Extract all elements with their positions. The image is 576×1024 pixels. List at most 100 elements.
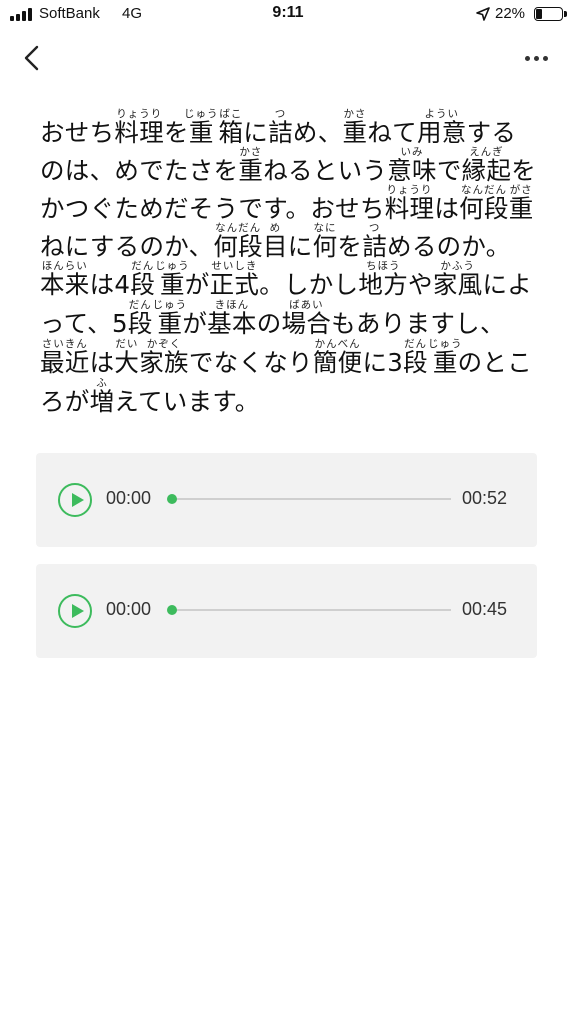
ruby-base: 料理 [384,194,435,223]
ruby-word: 意味いみ [387,146,437,185]
ruby-word: 重がさ [508,184,534,223]
ruby-reading: きほん [207,299,257,311]
ruby-reading: せいしき [209,260,260,272]
text-segment: の [256,309,282,338]
ruby-word: 目め [262,222,288,261]
play-button[interactable] [58,483,92,517]
battery-percent: 22% [495,5,526,22]
text-segment: ねるという [263,156,388,185]
ruby-word: 重かさ [238,146,263,185]
progress-knob[interactable] [167,605,177,615]
ruby-word: 詰つ [362,222,387,261]
ruby-base: 重 [342,118,368,147]
ruby-reading: ようい [416,108,467,120]
ruby-reading: め [262,222,288,234]
ruby-reading: ばこ [218,108,244,120]
ruby-word: 用意ようい [416,108,467,147]
ruby-base: 縁起 [461,156,512,185]
ruby-base: 意味 [387,156,437,185]
ruby-word: 段だん [128,299,153,338]
ruby-word: 最近さいきん [40,338,90,377]
ruby-base: 家族 [139,348,189,377]
ruby-word: 何なに [312,222,338,261]
ruby-base: 家風 [432,270,483,299]
ruby-reading: だん [127,299,153,311]
ruby-base: 用意 [416,118,467,147]
progress-track[interactable] [171,609,451,611]
ruby-base: 何段 [213,232,263,261]
ruby-word: 箱ばこ [218,108,243,147]
text-segment: を [337,232,363,261]
progress-track[interactable] [171,498,451,500]
battery-icon [534,7,563,21]
ruby-word: 重じゅう [153,299,187,338]
audio-player: 00:00 00:52 [36,453,537,547]
ruby-word: 地方ちほう [358,260,409,299]
text-segment: め、 [292,118,343,147]
text-segment: に3 [362,348,404,377]
ruby-reading: じゅう [152,299,188,311]
ruby-reading: じゅう [183,108,219,120]
text-segment: は [89,348,115,377]
ruby-word: 段だん [130,260,156,299]
ruby-base: 詰 [268,118,293,147]
ruby-base: 何 [312,232,338,261]
ruby-word: 大だい [114,338,139,377]
text-segment: や [408,270,433,299]
progress-knob[interactable] [167,494,177,504]
ruby-word: 家風かふう [432,260,483,299]
ruby-reading: ふ [89,377,115,389]
ruby-reading: ちほう [358,260,408,272]
ruby-word: 簡便かんべん [313,338,363,377]
ruby-word: 重かさ [342,108,368,147]
more-options-button[interactable] [516,44,556,72]
ruby-base: 場合 [281,309,332,338]
ruby-reading: かふう [432,260,483,272]
ruby-reading: つ [268,108,293,120]
ruby-reading: りょうり [114,108,164,120]
ruby-base: 正式 [209,270,260,299]
ruby-base: 最近 [40,348,90,377]
duration: 00:45 [462,599,508,619]
ruby-base: 地方 [358,270,409,299]
ruby-word: 重じゅう [184,108,219,147]
ruby-reading: かんべん [312,338,363,350]
ruby-base: 目 [262,232,288,261]
ruby-word: 段だん [403,338,428,377]
ruby-base: 本来 [40,270,90,299]
play-button[interactable] [58,594,92,628]
ruby-base: 段 [403,348,428,377]
ruby-reading: さいきん [40,338,90,350]
current-time: 00:00 [106,488,152,508]
text-segment: が [182,309,208,338]
ruby-word: 本来ほんらい [40,260,90,299]
ruby-base: 段 [130,270,156,299]
duration: 00:52 [462,488,508,508]
audio-player: 00:00 00:45 [36,564,537,658]
ruby-word: 増ふ [90,377,115,416]
ruby-reading: いみ [387,146,437,158]
ruby-reading: だい [114,338,140,350]
ruby-reading: ばあい [281,299,332,311]
text-segment: は4 [89,270,131,299]
ruby-reading: がさ [508,184,534,196]
ruby-word: 何段なんだん [213,222,263,261]
ruby-word: 重じゅう [428,338,462,377]
ruby-reading: だん [403,338,428,350]
text-segment: が [184,270,210,299]
ruby-reading: なに [312,222,338,234]
ruby-word: 家族かぞく [139,338,189,377]
text-segment: 。しかし [259,270,359,299]
text-segment: おせち [40,118,115,147]
ruby-reading: えんぎ [461,146,512,158]
ruby-base: 重 [183,118,219,147]
text-segment: ねにするのか、 [40,232,214,261]
ruby-base: 料理 [114,118,165,147]
ruby-base: 重 [508,194,534,223]
ruby-reading: なんだん [459,184,509,196]
back-button[interactable] [14,40,50,76]
ruby-word: 料理りょうり [384,184,435,223]
ruby-reading: かさ [342,108,368,120]
ruby-reading: なんだん [213,222,263,234]
ruby-base: 基本 [207,309,257,338]
